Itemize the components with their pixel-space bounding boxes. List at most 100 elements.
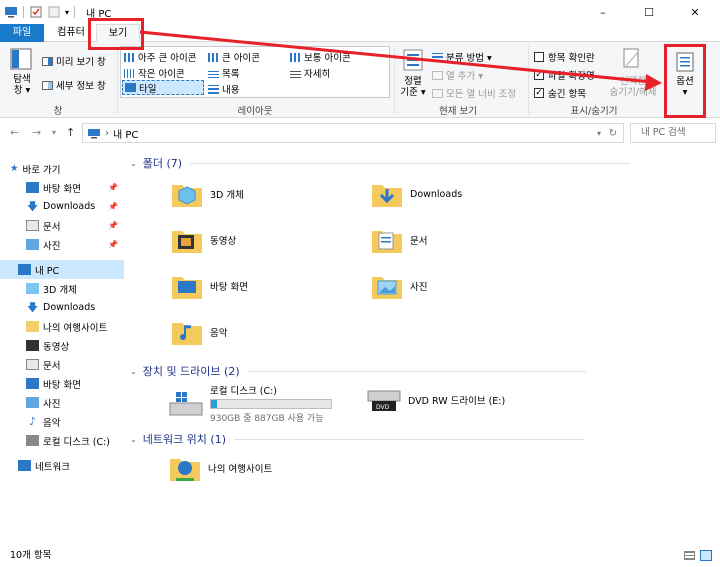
folder-desktop[interactable]: 바탕 화면 — [170, 269, 248, 303]
section-folders[interactable]: ⌄ 폴더 (7) — [130, 155, 631, 171]
file-ext-toggle[interactable]: ✓ 파일 확장명 — [534, 68, 595, 82]
address-dropdown-icon[interactable]: ▾ — [597, 129, 601, 138]
nav-network[interactable]: 네트워크 — [0, 456, 124, 475]
address-row: ← → ▾ ↑ › 내 PC ▾ ↻ 내 PC 검색 — [0, 119, 720, 147]
item-checkbox-toggle[interactable]: 항목 확인란 — [534, 50, 595, 64]
layout-extra-large[interactable]: 아주 큰 아이콘 — [124, 50, 196, 64]
folder-3d-objects[interactable]: 3D 개체 — [170, 177, 244, 211]
add-column-button[interactable]: 열 추가 ▾ — [432, 68, 483, 82]
collapse-icon: ⌄ — [130, 434, 137, 444]
computer-icon — [5, 7, 17, 18]
group-current-view-label: 현재 보기 — [439, 106, 477, 117]
document-icon — [26, 220, 39, 231]
desktop-icon — [26, 182, 39, 193]
document-icon — [26, 359, 39, 370]
drive-c[interactable]: 로컬 디스크 (C:) 930GB 중 887GB 사용 가능 — [168, 383, 332, 424]
group-by-icon — [432, 52, 443, 62]
preview-pane-button[interactable]: 미리 보기 창 — [42, 54, 106, 68]
network-icon — [18, 460, 31, 471]
pin-icon: 📌 — [108, 221, 118, 230]
icon-grid-icon — [290, 52, 301, 62]
details-view-icon[interactable] — [684, 551, 695, 560]
nav-videos[interactable]: 동영상 — [0, 336, 124, 355]
documents-folder-icon — [372, 231, 402, 253]
folder-music[interactable]: 음악 — [170, 315, 227, 349]
nav-pictures[interactable]: 사진 📌 — [0, 235, 124, 254]
back-icon[interactable]: ← — [10, 126, 19, 139]
group-by-button[interactable]: 분류 방법 ▾ — [432, 50, 492, 64]
refresh-icon[interactable]: ↻ — [609, 128, 617, 139]
layout-list[interactable]: 목록 — [208, 66, 239, 80]
address-bar[interactable]: › 내 PC ▾ ↻ — [82, 123, 624, 143]
hidden-items-toggle[interactable]: ✓ 숨긴 항목 — [534, 86, 586, 100]
folder-downloads[interactable]: Downloads — [370, 177, 462, 211]
status-bar: 10개 항목 — [0, 545, 720, 567]
star-icon: ★ — [10, 163, 19, 174]
drive-c-usage-bar — [210, 399, 332, 409]
layout-content[interactable]: 내용 — [208, 82, 239, 96]
folder-pictures[interactable]: 사진 — [370, 269, 427, 303]
large-icons-view-icon[interactable] — [700, 550, 712, 561]
fit-columns-button[interactable]: 모든 열 너비 조정 — [432, 86, 516, 100]
properties-icon[interactable] — [29, 6, 43, 18]
pictures-icon — [26, 239, 39, 250]
network-travel-site[interactable]: 나의 여행사이트 — [168, 451, 272, 485]
forward-icon[interactable]: → — [32, 126, 41, 139]
nav-pictures-pc[interactable]: 사진 — [0, 393, 124, 412]
section-network[interactable]: ⌄ 네트워크 위치 (1) — [130, 431, 584, 447]
close-button[interactable]: ✕ — [672, 0, 718, 24]
details-pane-icon — [42, 80, 53, 90]
dvd-drive-icon: DVD — [367, 390, 401, 411]
pin-icon: 📌 — [108, 202, 118, 211]
download-icon: 🡇 — [26, 301, 39, 314]
layout-details[interactable]: 자세히 — [290, 66, 330, 80]
nav-3d-objects[interactable]: 3D 개체 — [0, 279, 124, 298]
section-devices[interactable]: ⌄ 장치 및 드라이브 (2) — [130, 363, 586, 379]
nav-travel-site[interactable]: 나의 여행사이트 — [0, 317, 124, 336]
new-folder-icon[interactable] — [47, 6, 61, 18]
sort-button[interactable]: 정렬 기준 ▾ — [396, 76, 430, 98]
search-input[interactable]: 내 PC 검색 — [630, 123, 716, 143]
folder-videos[interactable]: 동영상 — [170, 223, 236, 257]
add-column-icon — [432, 70, 443, 80]
nav-quick-access[interactable]: ★ 바로 가기 — [0, 159, 124, 178]
drive-dvd[interactable]: DVD DVD RW 드라이브 (E:) — [366, 385, 505, 415]
hide-selected-button[interactable]: 선택한 숨기기/해제 — [606, 76, 660, 98]
nav-documents[interactable]: 문서 📌 — [0, 216, 124, 235]
svg-text:DVD: DVD — [376, 404, 390, 411]
nav-this-pc[interactable]: 내 PC — [0, 260, 124, 279]
nav-documents-pc[interactable]: 문서 — [0, 355, 124, 374]
up-icon[interactable]: ↑ — [66, 126, 75, 139]
list-icon — [208, 68, 219, 78]
customize-qa-icon[interactable]: ▾ — [65, 8, 69, 17]
details-pane-button[interactable]: 세부 정보 창 — [42, 78, 106, 92]
recent-dropdown-icon[interactable]: ▾ — [52, 128, 56, 137]
group-pane-label: 창 — [53, 106, 63, 117]
nav-desktop[interactable]: 바탕 화면 📌 — [0, 178, 124, 197]
desktop-icon — [26, 378, 39, 389]
nav-music[interactable]: ♪ 음악 — [0, 412, 124, 431]
sort-icon — [403, 49, 423, 71]
maximize-button[interactable]: ☐ — [626, 0, 672, 24]
music-icon: ♪ — [28, 415, 37, 428]
fit-columns-icon — [432, 88, 443, 98]
nav-local-disk[interactable]: 로컬 디스크 (C:) — [0, 431, 124, 450]
nav-pane-button[interactable]: 탐색 창 ▾ — [8, 74, 36, 96]
video-icon — [26, 340, 39, 351]
drive-c-name: 로컬 디스크 (C:) — [210, 386, 277, 397]
tab-file[interactable]: 파일 — [0, 24, 44, 42]
annotation-box-view-tab — [88, 18, 144, 50]
minimize-button[interactable]: – — [580, 0, 626, 24]
nav-downloads[interactable]: 🡇 Downloads 📌 — [0, 197, 124, 216]
downloads-folder-icon — [372, 185, 402, 207]
group-layout-label: 레이아웃 — [237, 106, 273, 117]
nav-desktop-pc[interactable]: 바탕 화면 — [0, 374, 124, 393]
folder-documents[interactable]: 문서 — [370, 223, 427, 257]
layout-medium[interactable]: 보통 아이콘 — [290, 50, 351, 64]
nav-downloads-pc[interactable]: 🡇 Downloads — [0, 298, 124, 317]
navigation-pane: ★ 바로 가기 바탕 화면 📌 🡇 Downloads 📌 문서 📌 사진 📌 내 PC 3… — [0, 147, 124, 545]
content-pane: ⌄ 폴더 (7) 3D 개체 Downloads 동영상 문서 바탕 화면 사진 … — [124, 147, 720, 545]
layout-small[interactable]: 작은 아이콘 — [124, 66, 185, 80]
layout-tiles[interactable]: 타일 — [122, 80, 204, 95]
layout-large[interactable]: 큰 아이콘 — [208, 50, 260, 64]
